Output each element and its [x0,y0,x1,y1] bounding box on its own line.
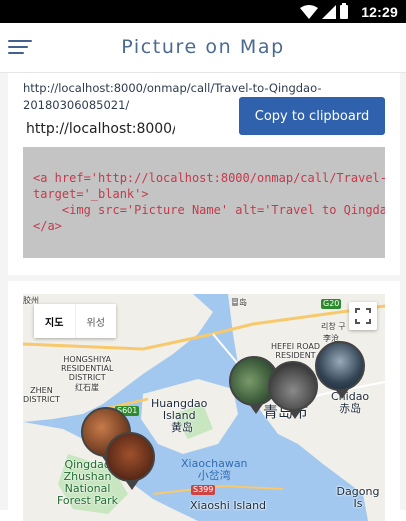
status-icons [300,3,348,19]
wifi-icon [300,5,318,19]
app-title: Picture on Map [121,36,285,58]
label-zhen: ZHEN DISTRICT [23,386,60,404]
label-maodao: 冒岛 [231,298,247,307]
label-xiaozhuwan: Xiaochawan 小岔湾 [181,457,248,482]
photo-marker[interactable] [315,341,365,399]
label-huangdao-cn: 黄岛 [171,421,193,434]
status-bar: 12:29 [0,0,406,23]
road-g20-badge: G20 [321,299,342,309]
label-huangdao: Huangdao Island [151,397,208,422]
label-licang: 리창 구 [321,322,346,331]
label-dagong: Dagong Is [336,485,380,510]
photo-marker[interactable] [105,432,155,490]
battery-icon [340,3,348,19]
label-hefei: HEFEI ROAD RESIDENT [271,342,320,360]
status-time: 12:29 [361,4,398,20]
signal-icon [322,5,336,19]
photo-marker[interactable] [268,361,318,419]
embed-code-box[interactable]: <a href='http://localhost:8000/onmap/cal… [23,147,385,258]
map-card: HONGSHIYA RESIDENTIAL DISTRICT 红石崖 ZHEN DIS… [8,281,400,521]
map-type-satellite-button[interactable]: 위성 [75,304,116,338]
share-url-input[interactable] [23,118,175,140]
fullscreen-icon [355,308,371,324]
map-type-map-button[interactable]: 지도 [34,304,76,338]
label-hongshiya: HONGSHIYA RESIDENTIAL DISTRICT [61,355,114,382]
app-bar: Picture on Map [0,23,406,73]
label-hongshiya-cn: 红石崖 [75,383,99,392]
share-card: http://localhost:8000/onmap/call/Travel-… [8,73,400,275]
map[interactable]: HONGSHIYA RESIDENTIAL DISTRICT 红石崖 ZHEN DIS… [23,294,385,521]
page-content: http://localhost:8000/onmap/call/Travel-… [0,73,406,521]
label-xiaoshi: Xiaoshi Island [190,499,267,512]
embed-code: <a href='http://localhost:8000/onmap/cal… [33,171,385,233]
fullscreen-button[interactable] [349,302,377,330]
map-type-control: 지도 위성 [34,304,116,338]
copy-to-clipboard-button[interactable]: Copy to clipboard [239,97,385,135]
road-s399-badge: S399 [191,485,216,495]
